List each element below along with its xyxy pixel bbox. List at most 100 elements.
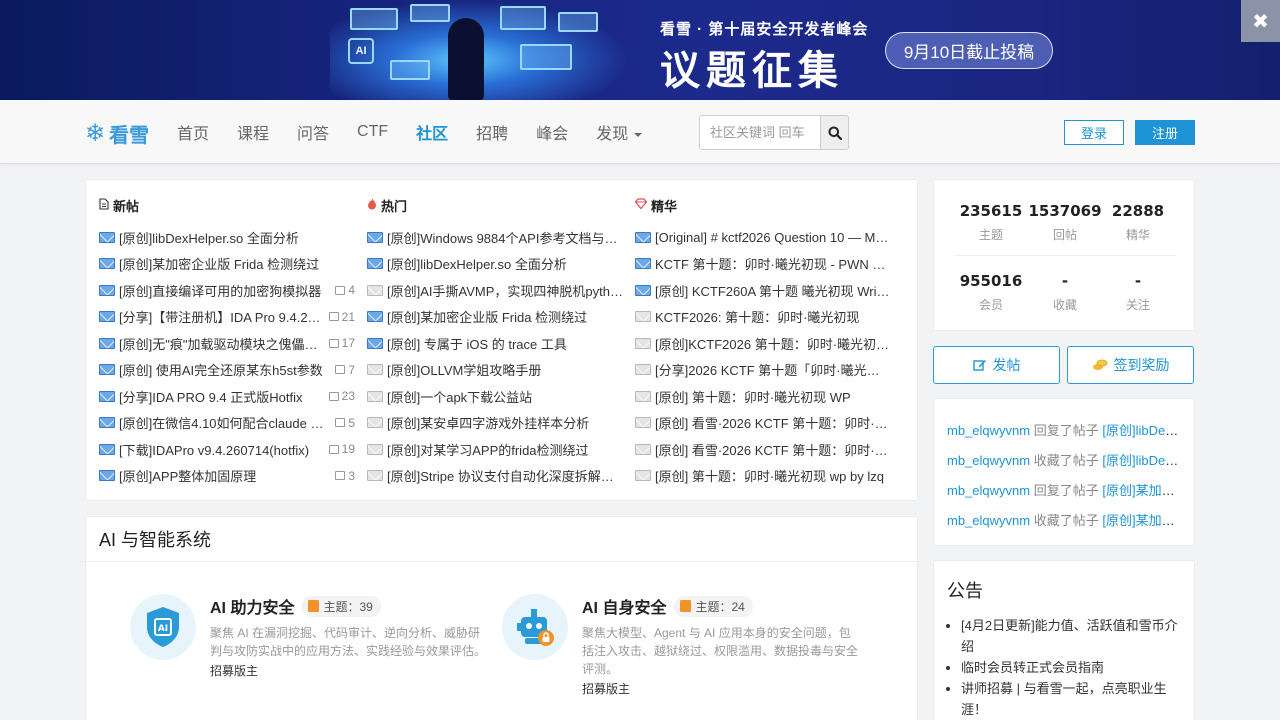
post-row[interactable]: [原创]Windows 9884个API参考文档与头文件: [367, 224, 623, 251]
forum-moderator[interactable]: 招募版主: [210, 662, 500, 679]
post-row[interactable]: [原创]AI手撕AVMP，实现四神脱机python: [367, 277, 623, 304]
post-row[interactable]: [原创]某加密企业版 Frida 检测绕过: [99, 251, 355, 278]
forum-ai-for-security[interactable]: AI AI 助力安全 主题：39 聚焦 AI 在漏洞挖掘、代码审计、逆向分析、威胁…: [130, 594, 500, 679]
post-title[interactable]: [原创]某加密企业版 Frida 检测绕过: [387, 307, 623, 326]
post-row[interactable]: [原创]OLLVM学姐攻略手册: [367, 357, 623, 384]
site-logo[interactable]: ❄ 看雪: [85, 120, 149, 147]
post-title[interactable]: [原创] KCTF260A 第十题 曦光初现 Writeup: [655, 281, 891, 300]
register-button[interactable]: 注册: [1135, 120, 1195, 145]
post-title[interactable]: [原创]某安卓四字游戏外挂样本分析: [387, 413, 623, 432]
activity-post-link[interactable]: [原创]某加密企业版 Frida 检测绕过: [1102, 513, 1182, 528]
forum-moderator[interactable]: 招募版主: [582, 680, 872, 697]
post-row[interactable]: [Original] # kctf2026 Question 10 — Mao …: [635, 224, 891, 251]
post-title[interactable]: [原创]无"痕"加载驱动模块之傀儡驱动: [119, 334, 323, 353]
activity-user[interactable]: mb_elqwyvnm: [947, 423, 1030, 438]
promo-banner[interactable]: AI 看雪 · 第十届安全开发者峰会 议题征集 9月10日截止投稿: [0, 0, 1280, 100]
post-title[interactable]: [原创] 第十题：卯时·曦光初现 wp by lzq: [655, 466, 891, 485]
login-button[interactable]: 登录: [1064, 120, 1124, 145]
envelope-icon: [635, 258, 651, 270]
announcement-item[interactable]: 讲师招募 | 与看雪一起，点亮职业生涯！: [961, 678, 1183, 720]
nav-discover[interactable]: 发现: [596, 120, 643, 144]
search-input[interactable]: [700, 116, 820, 149]
post-title[interactable]: [分享]2026 KCTF 第十题「卯时·曦光初现」: [655, 360, 891, 379]
post-title[interactable]: [原创]某加密企业版 Frida 检测绕过: [119, 254, 355, 273]
post-row[interactable]: [原创]对某学习APP的frida检测绕过: [367, 436, 623, 463]
nav-summit[interactable]: 峰会: [536, 120, 568, 144]
nav-courses[interactable]: 课程: [237, 120, 269, 144]
post-title[interactable]: [分享]IDA PRO 9.4 正式版Hotfix: [119, 387, 323, 406]
post-title[interactable]: [原创]一个apk下载公益站: [387, 387, 623, 406]
post-row[interactable]: [原创]某安卓四字游戏外挂样本分析: [367, 410, 623, 437]
post-row[interactable]: [原创]在微信4.10如何配合claude code 5: [99, 410, 355, 437]
post-row[interactable]: KCTF2026: 第十题：卯时·曦光初现: [635, 304, 891, 331]
post-row[interactable]: [原创]libDexHelper.so 全面分析: [367, 251, 623, 278]
banner-deadline-button[interactable]: 9月10日截止投稿: [885, 32, 1053, 69]
announcement-item[interactable]: [4月2日更新]能力值、活跃值和雪币介绍: [961, 615, 1183, 657]
post-title[interactable]: [原创]Windows 9884个API参考文档与头文件: [387, 228, 623, 247]
post-row[interactable]: [原创]APP整体加固原理 3: [99, 463, 355, 490]
post-title[interactable]: [原创]APP整体加固原理: [119, 466, 329, 485]
stat-members[interactable]: 955016 会员: [951, 272, 1031, 313]
post-row[interactable]: [原创] 看雪·2026 KCTF 第十题：卯时·曦光: [635, 410, 891, 437]
post-title[interactable]: KCTF2026: 第十题：卯时·曦光初现: [655, 307, 891, 326]
stat-favorites[interactable]: - 收藏: [1025, 272, 1105, 313]
post-row[interactable]: [原创] 看雪·2026 KCTF 第十题：卯时·曦光: [635, 436, 891, 463]
post-row[interactable]: [原创] 使用AI完全还原某东h5st参数 7: [99, 357, 355, 384]
nav-community[interactable]: 社区: [416, 120, 448, 144]
post-row[interactable]: [原创] 专属于 iOS 的 trace 工具: [367, 330, 623, 357]
nav-home[interactable]: 首页: [177, 120, 209, 144]
post-row[interactable]: [原创] 第十题：卯时·曦光初现 WP: [635, 383, 891, 410]
post-row[interactable]: [原创] KCTF260A 第十题 曦光初现 Writeup: [635, 277, 891, 304]
new-post-button[interactable]: 发帖: [933, 346, 1060, 384]
search-button[interactable]: [820, 116, 848, 149]
post-row[interactable]: [原创]一个apk下载公益站: [367, 383, 623, 410]
post-title[interactable]: [原创] 第十题：卯时·曦光初现 WP: [655, 387, 891, 406]
post-row[interactable]: [原创]无"痕"加载驱动模块之傀儡驱动 17: [99, 330, 355, 357]
nav-ctf[interactable]: CTF: [357, 123, 388, 141]
nav-qa[interactable]: 问答: [297, 120, 329, 144]
post-title[interactable]: [原创]对某学习APP的frida检测绕过: [387, 440, 623, 459]
post-row[interactable]: [分享]【带注册机】IDA Pro 9.4.260714 21: [99, 304, 355, 331]
post-row[interactable]: [原创]libDexHelper.so 全面分析: [99, 224, 355, 251]
post-row[interactable]: [原创]某加密企业版 Frida 检测绕过: [367, 304, 623, 331]
post-row[interactable]: KCTF 第十题：卯时·曦光初现 - PWN Writeup: [635, 251, 891, 278]
post-title[interactable]: [分享]【带注册机】IDA Pro 9.4.260714: [119, 307, 323, 326]
post-row[interactable]: [原创] 第十题：卯时·曦光初现 wp by lzq: [635, 463, 891, 490]
post-title[interactable]: [原创]在微信4.10如何配合claude code: [119, 413, 329, 432]
activity-user[interactable]: mb_elqwyvnm: [947, 453, 1030, 468]
post-title[interactable]: [原创] 使用AI完全还原某东h5st参数: [119, 360, 329, 379]
post-row[interactable]: [分享]IDA PRO 9.4 正式版Hotfix 23: [99, 383, 355, 410]
post-title[interactable]: KCTF 第十题：卯时·曦光初现 - PWN Writeup: [655, 254, 891, 273]
post-title[interactable]: [原创]OLLVM学姐攻略手册: [387, 360, 623, 379]
activity-post-link[interactable]: [原创]libDexHelper.so 全面分析: [1102, 423, 1182, 438]
activity-post-link[interactable]: [原创]libDexHelper.so 全面分析: [1102, 453, 1182, 468]
post-title[interactable]: [下载]IDAPro v9.4.260714(hotfix): [119, 440, 323, 459]
post-row[interactable]: [原创]KCTF2026 第十题：卯时·曦光初现 WP: [635, 330, 891, 357]
post-title[interactable]: [原创] 看雪·2026 KCTF 第十题：卯时·曦光: [655, 440, 891, 459]
post-title[interactable]: [原创] 专属于 iOS 的 trace 工具: [387, 334, 623, 353]
stat-topics[interactable]: 235615 主题: [951, 202, 1031, 243]
activity-user[interactable]: mb_elqwyvnm: [947, 483, 1030, 498]
stat-replies[interactable]: 1537069 回帖: [1025, 202, 1105, 243]
post-title[interactable]: [原创]libDexHelper.so 全面分析: [119, 228, 355, 247]
activity-user[interactable]: mb_elqwyvnm: [947, 513, 1030, 528]
post-title[interactable]: [原创]直接编译可用的加密狗模拟器: [119, 281, 329, 300]
post-title[interactable]: [原创]libDexHelper.so 全面分析: [387, 254, 623, 273]
post-title[interactable]: [原创] 看雪·2026 KCTF 第十题：卯时·曦光: [655, 413, 891, 432]
stat-featured[interactable]: 22888 精华: [1098, 202, 1178, 243]
activity-post-link[interactable]: [原创]某加密企业版 Frida 检测绕过: [1102, 483, 1182, 498]
stat-following[interactable]: - 关注: [1098, 272, 1178, 313]
post-row[interactable]: [原创]直接编译可用的加密狗模拟器 4: [99, 277, 355, 304]
post-row[interactable]: [分享]2026 KCTF 第十题「卯时·曦光初现」: [635, 357, 891, 384]
post-title[interactable]: [原创]KCTF2026 第十题：卯时·曦光初现 WP: [655, 334, 891, 353]
post-title[interactable]: [Original] # kctf2026 Question 10 — Mao …: [655, 230, 891, 245]
announcement-item[interactable]: 临时会员转正式会员指南: [961, 657, 1183, 678]
checkin-reward-button[interactable]: 签到奖励: [1067, 346, 1194, 384]
forum-ai-self-security[interactable]: AI 自身安全 主题：24 聚焦大模型、Agent 与 AI 应用本身的安全问题，…: [502, 594, 872, 697]
post-row[interactable]: [下载]IDAPro v9.4.260714(hotfix) 19: [99, 436, 355, 463]
close-icon[interactable]: ✖: [1241, 0, 1280, 42]
nav-jobs[interactable]: 招聘: [476, 120, 508, 144]
post-row[interactable]: [原创]Stripe 协议支付自动化深度拆解与风控: [367, 463, 623, 490]
post-title[interactable]: [原创]Stripe 协议支付自动化深度拆解与风控: [387, 466, 623, 485]
post-title[interactable]: [原创]AI手撕AVMP，实现四神脱机python: [387, 281, 623, 300]
